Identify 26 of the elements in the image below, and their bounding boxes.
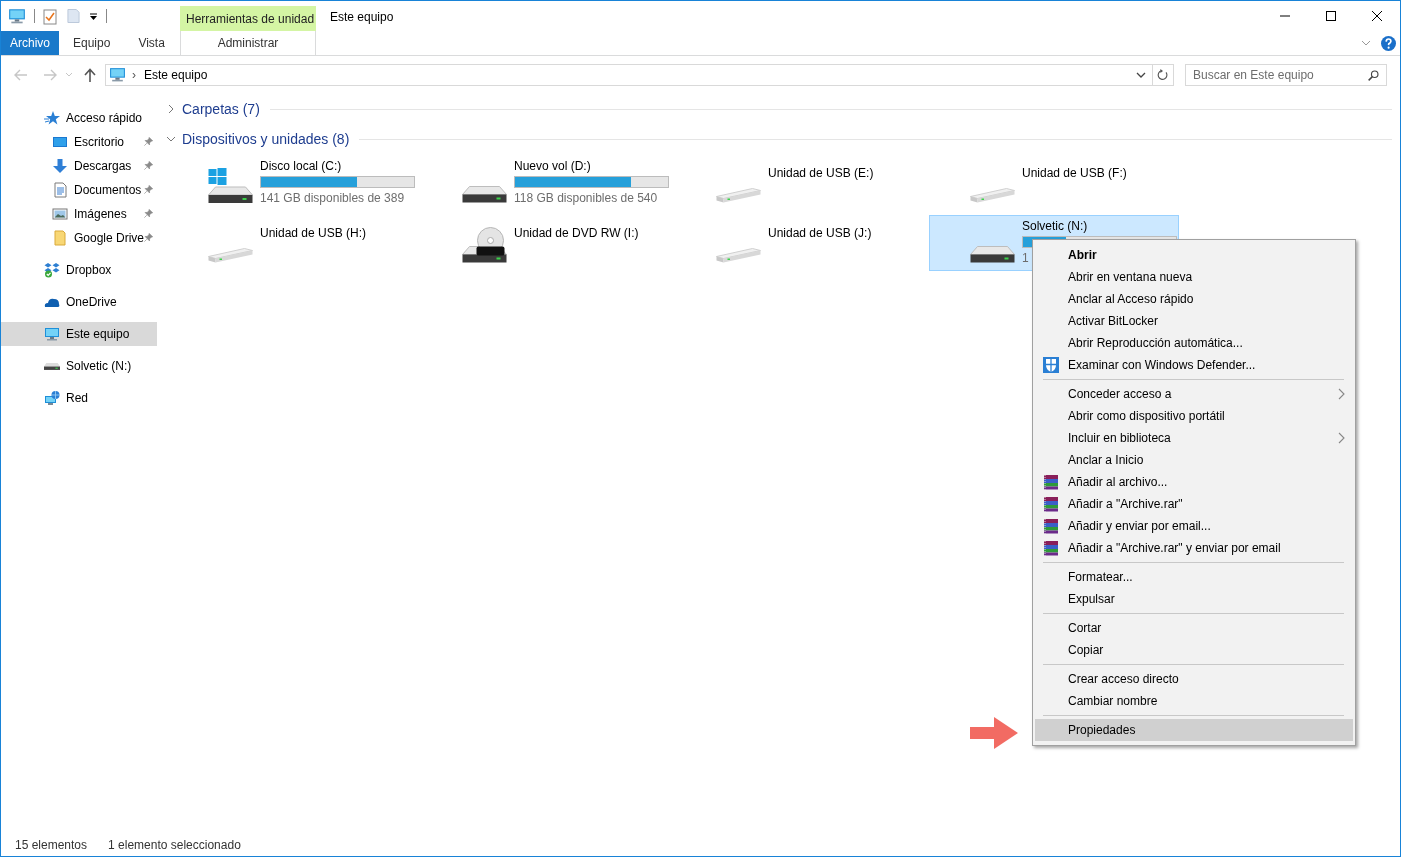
nav-label: Descargas xyxy=(74,159,132,173)
nav-label: Escritorio xyxy=(74,135,124,149)
drive-name: Solvetic (N:) xyxy=(1022,218,1089,234)
drive-name: Unidad de USB (J:) xyxy=(768,225,872,241)
nav-label: OneDrive xyxy=(66,295,117,309)
drive-name: Disco local (C:) xyxy=(260,158,343,174)
nav-label: Google Drive xyxy=(74,231,145,245)
drive-name: Unidad de USB (F:) xyxy=(1022,165,1127,181)
window-title: Este equipo xyxy=(329,9,394,26)
drive-name: Nuevo vol (D:) xyxy=(514,158,592,174)
drive-name: Unidad de USB (H:) xyxy=(260,225,367,241)
drive-name: Unidad de DVD RW (I:) xyxy=(514,225,639,241)
free-space-text: 141 GB disponibles de 389 xyxy=(260,190,405,206)
contextual-tab-group: Herramientas de unidad xyxy=(180,6,316,31)
selection-count: 1 elemento seleccionado xyxy=(108,838,241,852)
nav-label: Solvetic (N:) xyxy=(66,359,132,373)
nav-label: Red xyxy=(66,391,88,405)
free-space-text: 118 GB disponibles de 540 xyxy=(514,190,658,206)
nav-label: Documentos xyxy=(74,183,142,197)
item-count: 15 elementos xyxy=(15,838,88,852)
drive-name: Unidad de USB (E:) xyxy=(768,165,874,181)
nav-label: Dropbox xyxy=(66,263,112,277)
nav-label: Acceso rápido xyxy=(66,111,143,125)
free-space-text: 1 xyxy=(1022,250,1029,266)
nav-label: Imágenes xyxy=(74,207,127,221)
nav-label: Este equipo xyxy=(66,327,130,341)
